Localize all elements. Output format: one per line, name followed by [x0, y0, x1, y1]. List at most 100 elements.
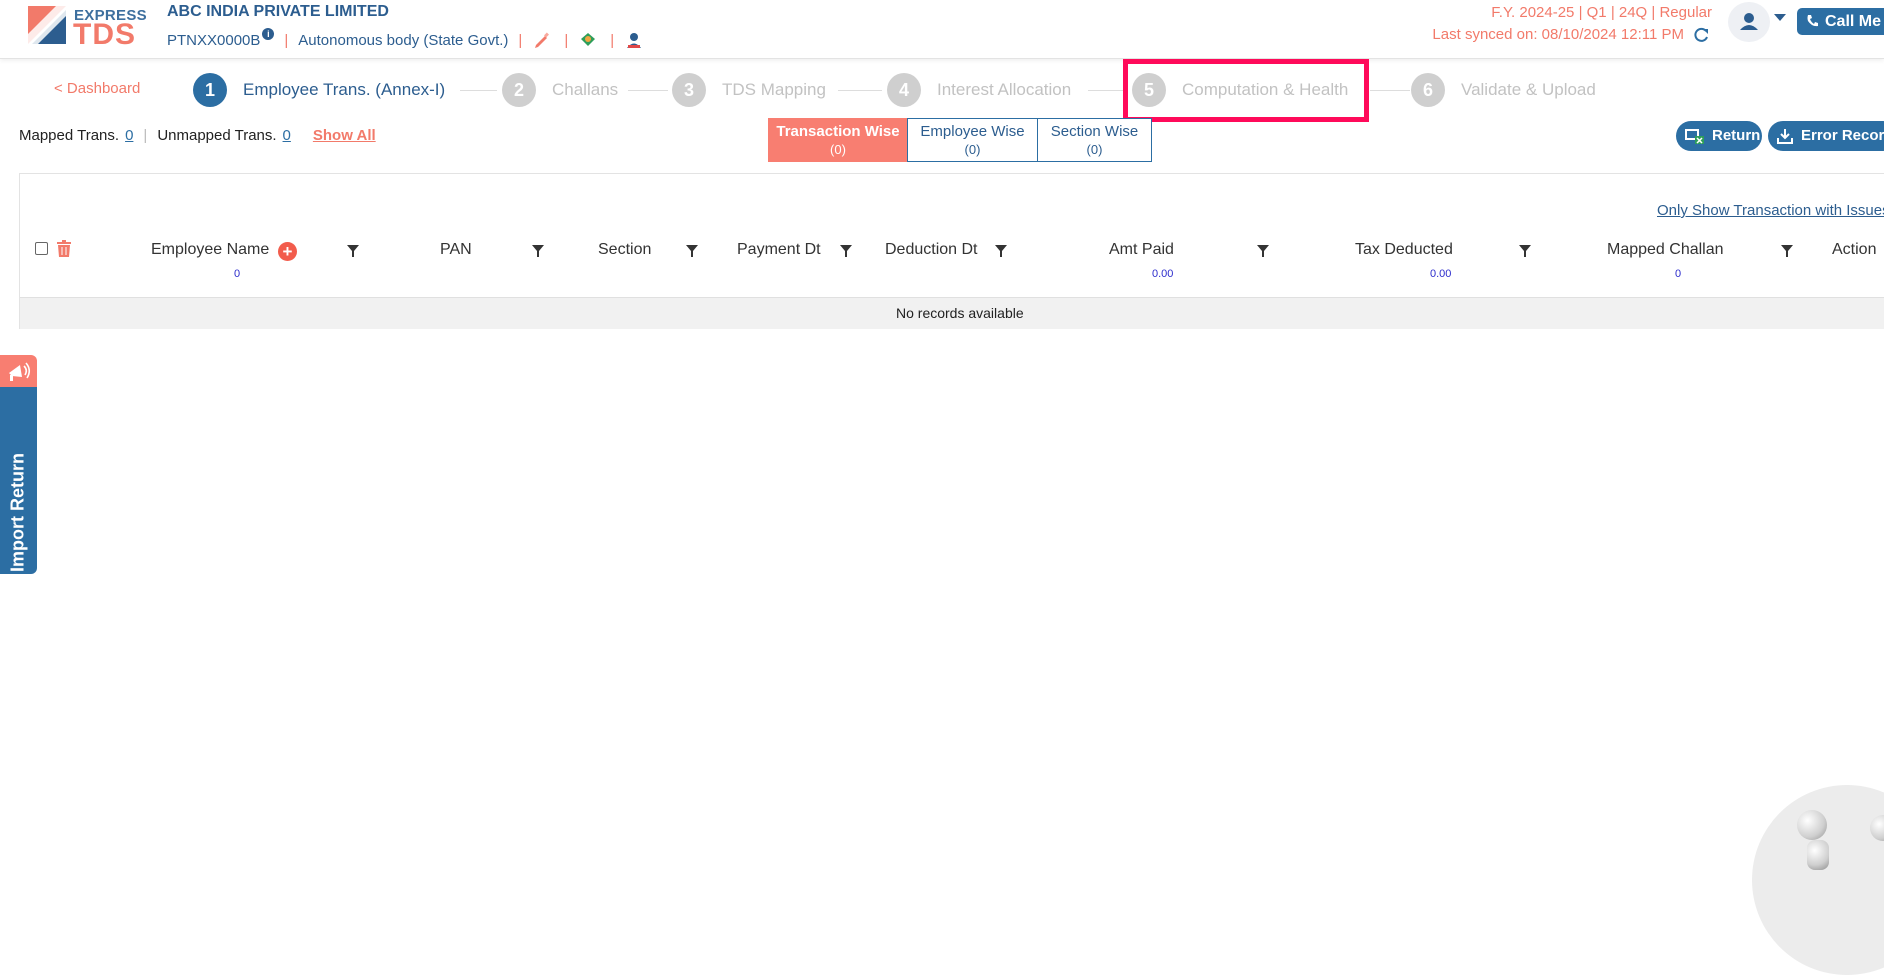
back-to-dashboard-link[interactable]: < Dashboard: [54, 80, 140, 97]
view-count: (0): [830, 142, 846, 157]
step-connector: [1088, 90, 1128, 91]
view-label: Employee Wise: [920, 123, 1025, 140]
col-payment-dt[interactable]: Payment Dt: [737, 241, 821, 259]
step-interest-allocation[interactable]: 4 Interest Allocation: [887, 73, 1071, 107]
call-me-button[interactable]: Call Me: [1797, 8, 1884, 35]
import-tab-body[interactable]: Import Return: [0, 387, 37, 574]
col-amt-paid[interactable]: Amt Paid: [1109, 241, 1174, 259]
decorative-illustration: [1752, 785, 1884, 975]
view-count: (0): [964, 142, 981, 157]
step-connector: [628, 90, 668, 91]
mapped-challan-total: 0: [1675, 268, 1682, 280]
step-number: 6: [1411, 73, 1445, 107]
filter-icon[interactable]: [685, 244, 699, 258]
user-avatar[interactable]: [1728, 2, 1770, 42]
pan-text: PTNXX0000B: [167, 31, 261, 49]
step-label: Challans: [552, 80, 619, 99]
col-mapped-challan[interactable]: Mapped Challan: [1607, 241, 1724, 259]
trash-icon[interactable]: [56, 240, 72, 258]
filter-icon[interactable]: [346, 244, 360, 258]
amt-paid-total: 0.00: [1152, 268, 1174, 280]
view-label: Section Wise: [1050, 123, 1139, 140]
separator: |: [564, 31, 569, 49]
income-tax-emblem-icon[interactable]: [578, 30, 600, 50]
mapped-trans-count[interactable]: 0: [125, 127, 133, 144]
filter-icon[interactable]: [1518, 244, 1532, 258]
megaphone-icon: [9, 362, 31, 381]
col-section[interactable]: Section: [598, 241, 651, 259]
filter-icon[interactable]: [1256, 244, 1270, 258]
mapping-summary: Mapped Trans. 0 | Unmapped Trans. 0 Show…: [19, 127, 376, 144]
step-tds-mapping[interactable]: 3 TDS Mapping: [672, 73, 826, 107]
select-all-checkbox[interactable]: [35, 242, 48, 255]
deductor-type-text: Autonomous body (State Govt.): [298, 31, 509, 49]
download-icon: [1777, 129, 1793, 144]
refresh-icon[interactable]: [1692, 26, 1710, 44]
empty-state-row: No records available: [20, 297, 1884, 329]
unmapped-trans-count[interactable]: 0: [283, 127, 291, 144]
add-employee-icon[interactable]: +: [278, 242, 297, 261]
phone-icon: [1807, 15, 1818, 27]
error-records-label: Error Records: [1801, 127, 1884, 144]
transaction-wise-toggle[interactable]: Transaction Wise (0): [768, 118, 908, 162]
import-return-tab[interactable]: Import Return: [0, 355, 37, 574]
no-records-text: No records available: [896, 305, 1024, 321]
mapped-trans-label: Mapped Trans.: [19, 127, 120, 144]
col-pan[interactable]: PAN: [440, 241, 472, 259]
step-label: Validate & Upload: [1461, 80, 1596, 99]
employee-wise-toggle[interactable]: Employee Wise (0): [907, 118, 1038, 162]
separator: |: [518, 31, 523, 49]
only-show-issues-link[interactable]: Only Show Transaction with Issues: [1657, 202, 1884, 219]
separator: |: [610, 31, 615, 49]
col-action: Action: [1832, 241, 1877, 258]
show-all-link[interactable]: Show All: [313, 127, 376, 144]
top-header: EXPRESS TDS ABC INDIA PRIVATE LIMITED PT…: [0, 0, 1884, 59]
info-icon[interactable]: i: [262, 28, 275, 40]
filter-icon[interactable]: [994, 244, 1008, 258]
highlight-annotation-box: [1123, 59, 1369, 122]
logo-tds-text: TDS: [73, 18, 136, 51]
col-tax-deducted[interactable]: Tax Deducted: [1355, 241, 1453, 259]
separator: |: [284, 31, 289, 49]
step-number: 4: [887, 73, 921, 107]
traces-user-icon[interactable]: [624, 30, 646, 50]
edit-pencil-icon[interactable]: [532, 30, 554, 50]
step-label: Interest Allocation: [937, 80, 1072, 99]
last-synced-text: Last synced on: 08/10/2024 12:11 PM: [1432, 26, 1684, 43]
step-label: Employee Trans. (Annex-I): [243, 80, 446, 99]
figure-head-icon: [1797, 810, 1827, 840]
tax-deducted-total: 0.00: [1430, 268, 1452, 280]
section-wise-toggle[interactable]: Section Wise (0): [1037, 118, 1152, 162]
fy-quarter-info: F.Y. 2024-25 | Q1 | 24Q | Regular: [1491, 4, 1712, 21]
filter-icon[interactable]: [839, 244, 853, 258]
step-connector: [1370, 90, 1410, 91]
return-button[interactable]: Return: [1676, 121, 1762, 151]
view-label: Transaction Wise: [776, 123, 900, 140]
step-connector: [460, 90, 497, 91]
error-records-button[interactable]: Error Records: [1768, 121, 1884, 151]
filter-icon[interactable]: [531, 244, 545, 258]
figure-head-icon: [1870, 815, 1884, 841]
view-count: (0): [1086, 142, 1103, 157]
chevron-down-icon[interactable]: [1774, 14, 1786, 21]
col-deduction-dt[interactable]: Deduction Dt: [885, 241, 978, 259]
logo-mark-icon: [28, 6, 66, 44]
filter-icon[interactable]: [1780, 244, 1794, 258]
unmapped-trans-label: Unmapped Trans.: [157, 127, 277, 144]
step-label: TDS Mapping: [722, 80, 826, 99]
call-me-label: Call Me: [1825, 13, 1882, 30]
step-challans[interactable]: 2 Challans: [502, 73, 618, 107]
employee-count-total: 0: [234, 268, 241, 280]
step-validate-upload[interactable]: 6 Validate & Upload: [1411, 73, 1596, 107]
company-name: ABC INDIA PRIVATE LIMITED: [167, 3, 389, 20]
step-employee-trans[interactable]: 1 Employee Trans. (Annex-I): [193, 73, 445, 107]
express-tds-logo[interactable]: EXPRESS TDS: [26, 4, 147, 51]
step-number: 1: [193, 73, 227, 107]
step-number: 3: [672, 73, 706, 107]
import-tab-header: [0, 355, 37, 387]
return-label: Return: [1712, 127, 1761, 144]
step-number: 2: [502, 73, 536, 107]
col-employee-name[interactable]: Employee Name: [151, 241, 269, 259]
user-icon: [1740, 13, 1758, 30]
step-connector: [838, 90, 882, 91]
